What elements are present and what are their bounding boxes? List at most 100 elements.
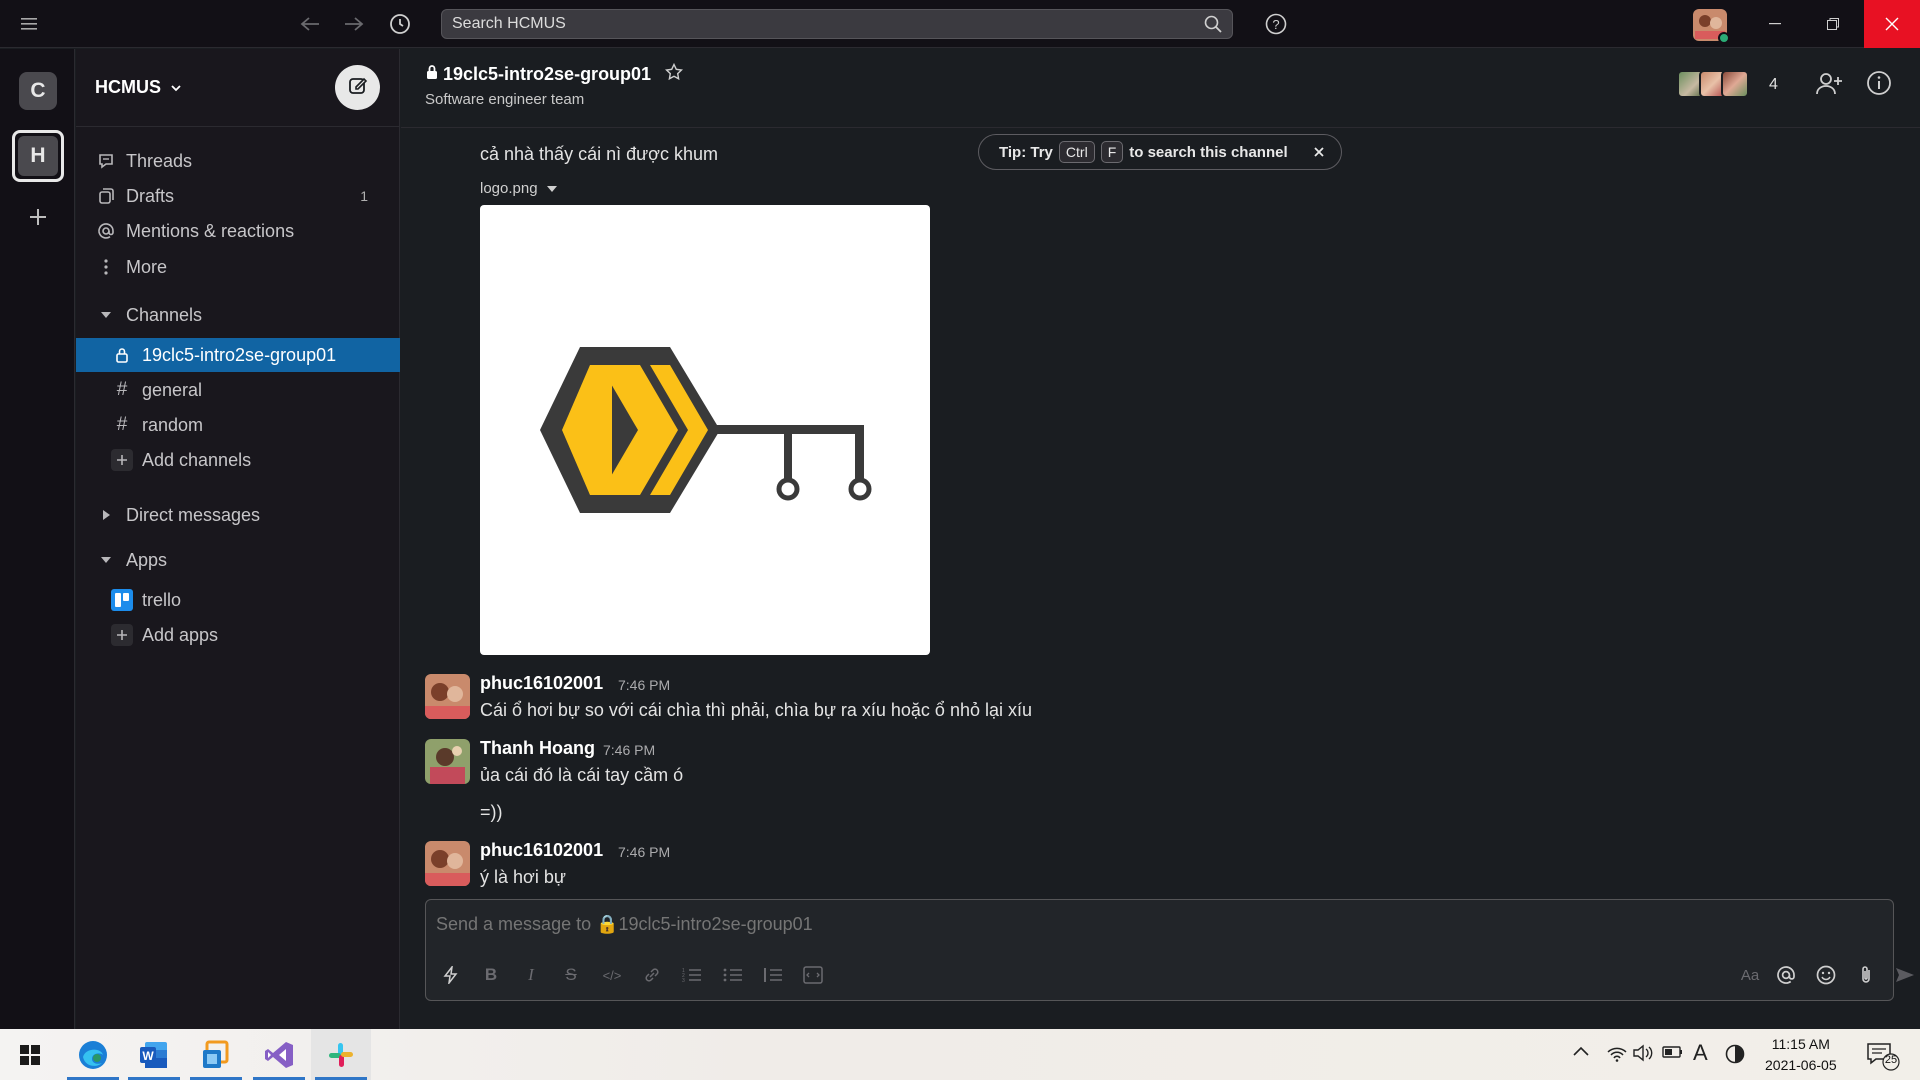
member-count[interactable]: 4	[1769, 76, 1778, 94]
help-icon[interactable]: ?	[1262, 0, 1290, 48]
sidebar-item-mentions[interactable]: Mentions & reactions	[76, 214, 400, 248]
shortcuts-lightning-icon[interactable]	[438, 962, 464, 988]
add-people-icon[interactable]	[1814, 69, 1846, 101]
sidebar-item-label: Threads	[126, 150, 193, 171]
apps-section-header[interactable]: Apps	[76, 543, 400, 577]
svg-text:3: 3	[682, 978, 685, 983]
sidebar-item-channel-general[interactable]: # general	[76, 373, 400, 407]
direct-messages-section-header[interactable]: Direct messages	[76, 498, 400, 532]
title-bar: Search HCMUS ?	[0, 0, 1920, 48]
message-list: cả nhà thấy cái nì được khum Tip: Try Ct…	[401, 129, 1920, 889]
workspace-h-button[interactable]: H	[12, 130, 64, 182]
caret-down-icon	[546, 180, 558, 197]
at-icon	[94, 222, 118, 240]
sidebar-item-more[interactable]: More	[76, 250, 400, 284]
attach-file-icon[interactable]	[1853, 962, 1879, 988]
add-apps-button[interactable]: Add apps	[76, 618, 400, 652]
message-author[interactable]: Thanh Hoang	[480, 738, 595, 759]
emoji-icon[interactable]	[1813, 962, 1839, 988]
sidebar-item-channel-19clc5-intro2se-group01[interactable]: 19clc5-intro2se-group01	[76, 338, 400, 372]
mention-icon[interactable]	[1773, 962, 1799, 988]
slack-icon[interactable]	[311, 1029, 371, 1080]
user-avatar[interactable]	[1690, 0, 1730, 48]
sidebar-item-app-trello[interactable]: trello	[76, 583, 400, 617]
ordered-list-icon[interactable]: 123	[679, 962, 705, 988]
member-avatars-button[interactable]	[1677, 70, 1749, 98]
channels-section-header[interactable]: Channels	[76, 298, 400, 332]
code-block-icon[interactable]	[800, 962, 826, 988]
message-author[interactable]: phuc16102001	[480, 673, 603, 694]
sidebar-item-label: Mentions & reactions	[126, 220, 295, 241]
workspace-header: HCMUS	[76, 49, 400, 127]
message-composer: B I S </> 123 Aa	[425, 899, 1914, 1001]
ctrl-key: Ctrl	[1058, 141, 1095, 163]
formatting-toggle-button[interactable]: Aa	[1737, 962, 1763, 988]
compose-icon	[348, 75, 368, 100]
sidebar: HCMUS Threads Drafts 1 Mentions & reacti…	[76, 49, 400, 1029]
workspace-name-button[interactable]: HCMUS	[95, 77, 182, 98]
minimize-icon[interactable]	[1752, 0, 1798, 48]
notifications-icon[interactable]: 25	[1866, 1041, 1900, 1076]
visual-studio-icon[interactable]	[249, 1029, 309, 1080]
avatar[interactable]	[425, 739, 470, 784]
wifi-icon[interactable]	[1606, 1044, 1628, 1067]
send-icon[interactable]	[1892, 962, 1918, 988]
italic-icon[interactable]: I	[518, 962, 544, 988]
workspace-c-button[interactable]: C	[19, 72, 57, 110]
search-input[interactable]: Search HCMUS	[441, 9, 1233, 39]
message-time[interactable]: 7:46 PM	[618, 677, 670, 693]
battery-icon[interactable]	[1662, 1044, 1684, 1065]
forward-arrow-icon[interactable]	[340, 0, 368, 48]
system-clock[interactable]: 11:15 AM 2021-06-05	[1765, 1034, 1837, 1076]
channel-details-icon[interactable]	[1865, 69, 1897, 101]
show-hidden-icons-icon[interactable]	[1572, 1044, 1590, 1064]
channel-title-button[interactable]: 19clc5-intro2se-group01	[425, 62, 684, 86]
workspace-name: HCMUS	[95, 77, 161, 97]
apps-header-label: Apps	[126, 549, 168, 570]
bold-icon[interactable]: B	[478, 962, 504, 988]
back-arrow-icon[interactable]	[296, 0, 324, 48]
avatar[interactable]	[425, 674, 470, 719]
blockquote-icon[interactable]	[760, 962, 786, 988]
app-label: trello	[142, 589, 182, 610]
compose-button[interactable]	[335, 65, 380, 110]
hash-icon: #	[116, 414, 128, 435]
sidebar-item-label: More	[126, 256, 168, 277]
bullet-list-icon[interactable]	[720, 962, 746, 988]
snipping-tool-icon[interactable]	[186, 1029, 246, 1080]
link-icon[interactable]	[639, 962, 665, 988]
close-window-icon[interactable]	[1864, 0, 1920, 48]
restore-icon[interactable]	[1810, 0, 1856, 48]
add-workspace-icon[interactable]	[25, 204, 51, 230]
windows-taskbar: W A 11:15 AM 2021-06-05 25	[0, 1029, 1920, 1080]
word-icon[interactable]: W	[124, 1029, 184, 1080]
sidebar-item-drafts[interactable]: Drafts 1	[76, 179, 400, 213]
caret-right-icon	[94, 509, 118, 521]
sidebar-item-threads[interactable]: Threads	[76, 144, 400, 178]
hamburger-menu-icon[interactable]	[14, 0, 44, 48]
history-icon[interactable]	[386, 0, 414, 48]
message-time[interactable]: 7:46 PM	[618, 844, 670, 860]
windows-start-icon[interactable]	[0, 1029, 60, 1080]
image-attachment[interactable]	[480, 205, 930, 655]
code-icon[interactable]: </>	[599, 962, 625, 988]
search-placeholder: Search HCMUS	[452, 15, 566, 32]
sidebar-item-channel-random[interactable]: # random	[76, 408, 400, 442]
attachment-name: logo.png	[480, 180, 538, 197]
close-tip-icon[interactable]	[1313, 145, 1325, 162]
channel-topic[interactable]: Software engineer team	[425, 91, 584, 108]
message-author[interactable]: phuc16102001	[480, 840, 603, 861]
edge-browser-icon[interactable]	[63, 1029, 123, 1080]
attachment-name-button[interactable]: logo.png	[480, 180, 558, 197]
input-method-indicator[interactable]: A	[1693, 1040, 1708, 1066]
strikethrough-icon[interactable]: S	[558, 962, 584, 988]
avatar[interactable]	[425, 841, 470, 886]
add-channels-button[interactable]: Add channels	[76, 443, 400, 477]
volume-icon[interactable]	[1632, 1044, 1654, 1067]
unikey-icon[interactable]	[1725, 1044, 1745, 1069]
message-time[interactable]: 7:46 PM	[603, 742, 655, 758]
star-icon[interactable]	[665, 62, 684, 86]
message-input[interactable]	[436, 914, 1436, 935]
workspace-c-letter: C	[30, 79, 46, 102]
aa-label: Aa	[1740, 966, 1760, 984]
